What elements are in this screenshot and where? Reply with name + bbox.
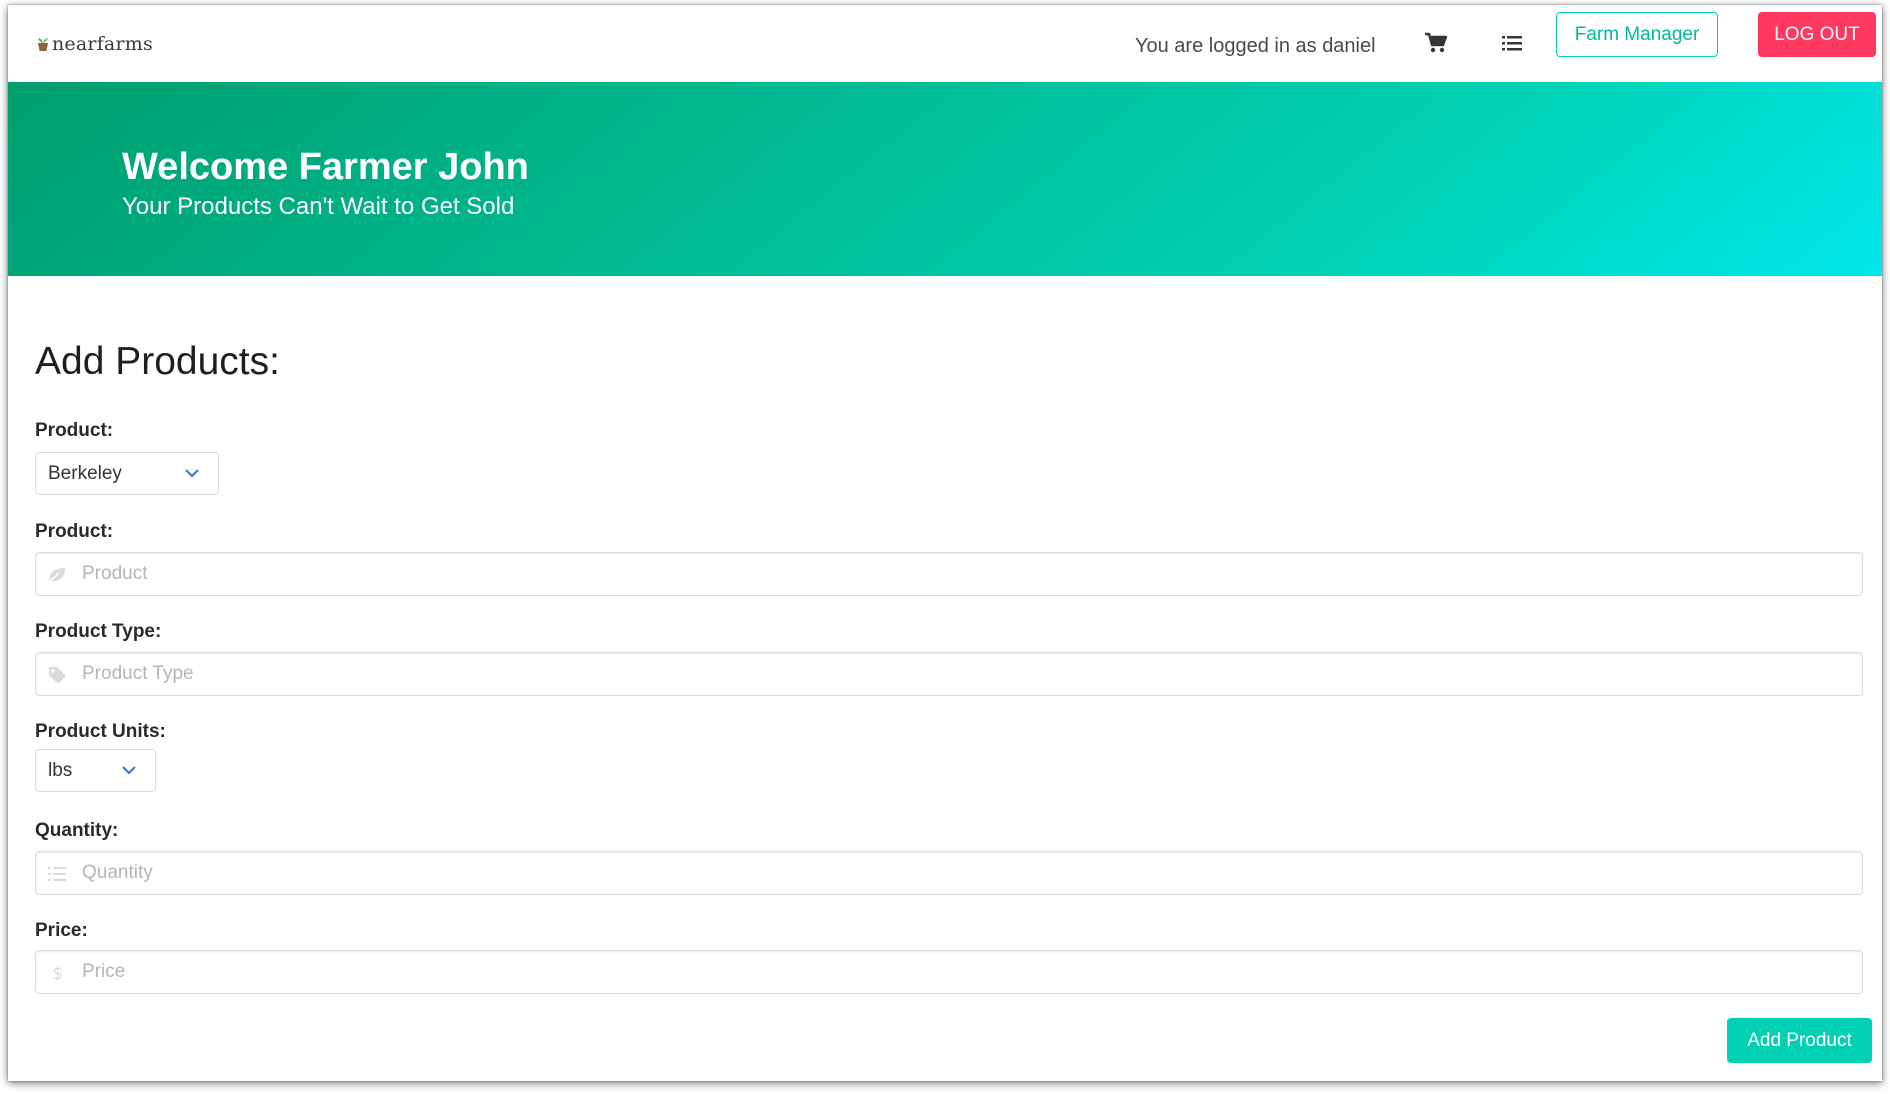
farm-select-value: Berkeley	[48, 462, 122, 484]
price-field[interactable]: $	[35, 950, 1863, 994]
product-type-label: Product Type:	[35, 621, 162, 642]
product-type-input[interactable]	[36, 653, 1862, 695]
quantity-field[interactable]	[35, 851, 1863, 895]
units-label: Product Units:	[35, 721, 166, 742]
brand-name: nearfarms	[52, 33, 153, 55]
product-field[interactable]	[35, 552, 1863, 596]
chevron-down-icon	[122, 766, 136, 775]
logo-icon	[38, 38, 48, 51]
hero-banner: Welcome Farmer John Your Products Can't …	[8, 82, 1882, 276]
farm-select-label: Product:	[35, 420, 114, 441]
login-status: You are logged in as daniel	[1135, 35, 1376, 57]
price-input[interactable]	[36, 951, 1862, 993]
cart-icon[interactable]	[1422, 30, 1450, 56]
product-input[interactable]	[36, 553, 1862, 595]
farm-select[interactable]: Berkeley	[35, 452, 219, 495]
hero-subtitle: Your Products Can't Wait to Get Sold	[122, 193, 515, 220]
navbar: nearfarms You are logged in as daniel Fa…	[8, 5, 1882, 82]
price-label: Price:	[35, 920, 88, 941]
product-label: Product:	[35, 521, 114, 542]
quantity-label: Quantity:	[35, 820, 119, 841]
list-icon[interactable]	[1498, 30, 1526, 56]
page-title: Add Products:	[35, 340, 280, 383]
quantity-input[interactable]	[36, 852, 1862, 894]
hero-title: Welcome Farmer John	[122, 146, 529, 188]
farm-manager-button[interactable]: Farm Manager	[1556, 12, 1718, 57]
chevron-down-icon	[185, 469, 199, 478]
product-type-field[interactable]	[35, 652, 1863, 696]
add-product-button[interactable]: Add Product	[1727, 1018, 1872, 1063]
app-window: nearfarms You are logged in as daniel Fa…	[8, 5, 1882, 1081]
units-select-value: lbs	[48, 759, 73, 781]
brand-logo[interactable]: nearfarms	[36, 33, 153, 55]
units-select[interactable]: lbs	[35, 749, 156, 792]
logout-button[interactable]: LOG OUT	[1758, 12, 1876, 57]
